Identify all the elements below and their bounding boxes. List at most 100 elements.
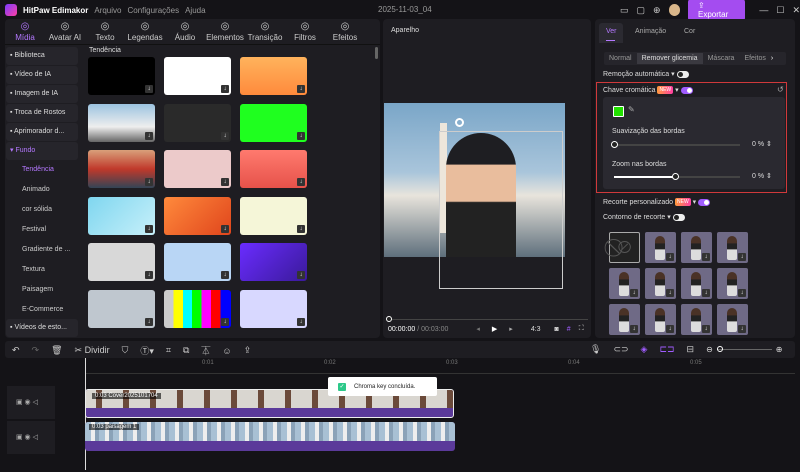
sidebar-sub-6[interactable]: Paisagem bbox=[22, 286, 53, 293]
subtab-efeitos[interactable]: Efeitos bbox=[739, 55, 770, 62]
background-thumb[interactable]: ↓ bbox=[164, 289, 231, 328]
playhead-handle[interactable] bbox=[386, 316, 392, 322]
download-icon[interactable]: ↓ bbox=[221, 317, 229, 326]
download-icon[interactable]: ↓ bbox=[666, 253, 674, 261]
grid-icon[interactable]: # bbox=[567, 326, 571, 333]
download-icon[interactable]: ↓ bbox=[297, 85, 305, 93]
download-icon[interactable]: ↓ bbox=[221, 224, 229, 233]
tab-filters[interactable]: ◎ Filtros bbox=[285, 21, 325, 42]
split-button[interactable]: ✂ Dividir bbox=[75, 345, 110, 356]
ratio-select[interactable]: 4:3 bbox=[531, 326, 541, 333]
background-thumb[interactable]: ↓ bbox=[164, 243, 231, 281]
prev-frame-icon[interactable]: ◂ bbox=[476, 325, 480, 333]
subtab-normal[interactable]: Normal bbox=[604, 55, 637, 62]
tab-ver[interactable]: Ver bbox=[606, 28, 617, 35]
download-icon[interactable]: ↓ bbox=[738, 253, 746, 261]
link-icon[interactable]: ⊂⊃ bbox=[613, 344, 628, 355]
fit-icon[interactable]: ⊟ bbox=[687, 344, 695, 355]
tab-cor[interactable]: Cor bbox=[684, 28, 695, 35]
tab-avatar[interactable]: ◎ Avatar AI bbox=[45, 21, 85, 42]
smooth-slider[interactable] bbox=[614, 144, 740, 146]
auto-remove-toggle[interactable] bbox=[676, 70, 689, 78]
custom-cut-toggle[interactable] bbox=[698, 198, 711, 206]
download-icon[interactable]: ↓ bbox=[666, 289, 674, 297]
download-icon[interactable]: ↓ bbox=[221, 85, 229, 93]
sidebar-sub-3[interactable]: Festival bbox=[22, 226, 46, 233]
sidebar-item-stock[interactable]: ▪ Vídeos de esto... bbox=[6, 319, 78, 337]
no-outline-option[interactable]: ⃠⊘ bbox=[609, 232, 640, 263]
download-icon[interactable]: ↓ bbox=[145, 131, 153, 140]
outline-style-option[interactable]: ↓ bbox=[681, 232, 712, 263]
zoom-handle[interactable] bbox=[672, 173, 679, 180]
outline-style-option[interactable]: ↓ bbox=[681, 268, 712, 299]
background-thumb[interactable]: ↓ bbox=[240, 196, 307, 235]
outline-style-option[interactable]: ↓ bbox=[717, 268, 748, 299]
tab-captions[interactable]: ◎ Legendas bbox=[125, 21, 165, 42]
download-icon[interactable]: ↓ bbox=[630, 325, 638, 333]
text-icon[interactable]: Ⓣ▾ bbox=[140, 344, 154, 357]
download-icon[interactable]: ↓ bbox=[630, 289, 638, 297]
background-thumb[interactable]: ↓ bbox=[88, 289, 155, 328]
layout-icon[interactable]: ▭ bbox=[620, 5, 629, 16]
outline-style-option[interactable]: ↓ bbox=[681, 304, 712, 335]
background-thumb[interactable]: ↓ bbox=[88, 57, 155, 95]
download-icon[interactable]: ↓ bbox=[738, 289, 746, 297]
zoom-in-icon[interactable]: ⊕ bbox=[776, 345, 783, 354]
download-icon[interactable]: ↓ bbox=[221, 178, 229, 186]
subtab-remover[interactable]: Remover glicemia bbox=[636, 53, 703, 64]
subtab-mascara[interactable]: Máscara bbox=[703, 55, 740, 62]
download-icon[interactable]: ↓ bbox=[297, 224, 305, 233]
background-thumb[interactable]: ↓ bbox=[88, 243, 155, 281]
outline-style-option[interactable]: ↓ bbox=[609, 304, 640, 335]
redo-icon[interactable]: ↷ bbox=[32, 345, 40, 356]
sidebar-sub-4[interactable]: Gradiente de ... bbox=[22, 246, 70, 253]
chevron-right-icon[interactable]: › bbox=[771, 55, 773, 62]
playback-slider[interactable] bbox=[388, 319, 588, 320]
snap-icon[interactable]: ⊏⊐ bbox=[659, 344, 674, 355]
sidebar-item-4[interactable]: ▪ Aprimorador d... bbox=[6, 123, 78, 141]
track-controls-icon[interactable]: ▣ ◉ ◁ bbox=[16, 398, 38, 406]
zoom-value[interactable]: 0 bbox=[752, 173, 756, 180]
close-icon[interactable]: ✕ bbox=[792, 5, 800, 16]
smooth-value[interactable]: 0 bbox=[752, 141, 756, 148]
sidebar-item-2[interactable]: ▪ Imagem de IA bbox=[6, 85, 78, 103]
tab-elements[interactable]: ◎ Elementos bbox=[205, 21, 245, 42]
tab-effects[interactable]: ◎ Efeitos bbox=[325, 21, 365, 42]
outline-style-option[interactable]: ↓ bbox=[645, 232, 676, 263]
snapshot-icon[interactable]: ◙ bbox=[555, 326, 559, 333]
time-ruler[interactable]: 0:01 0:02 0:03 0:04 0:05 bbox=[85, 360, 795, 374]
download-icon[interactable]: ↓ bbox=[145, 317, 153, 326]
background-thumb[interactable]: ↓ bbox=[240, 103, 307, 142]
sidebar-item-0[interactable]: ▪ Biblioteca bbox=[6, 47, 78, 65]
download-icon[interactable]: ↓ bbox=[145, 178, 153, 186]
background-thumb[interactable]: ↓ bbox=[240, 150, 307, 188]
fullscreen-icon[interactable]: ⛶ bbox=[579, 325, 584, 333]
outline-style-option[interactable]: ↓ bbox=[609, 268, 640, 299]
next-frame-icon[interactable]: ▸ bbox=[509, 325, 513, 333]
download-icon[interactable]: ↓ bbox=[297, 131, 305, 140]
timeline-zoom-slider[interactable] bbox=[716, 346, 772, 352]
key-color-swatch[interactable] bbox=[613, 106, 624, 117]
export-frame-icon[interactable]: ⇪ bbox=[244, 345, 252, 356]
download-icon[interactable]: ↓ bbox=[666, 325, 674, 333]
download-icon[interactable]: ↓ bbox=[221, 131, 229, 140]
eyedropper-icon[interactable]: ✎ bbox=[628, 105, 635, 114]
tab-animacao[interactable]: Animação bbox=[635, 28, 666, 35]
marker-icon[interactable]: ⛉ bbox=[122, 345, 129, 356]
tab-transition[interactable]: ◎ Transição bbox=[245, 21, 285, 42]
outline-toggle[interactable] bbox=[672, 213, 685, 221]
tab-audio[interactable]: ◎ Áudio bbox=[165, 21, 205, 42]
mirror-icon[interactable]: ⏄ bbox=[201, 344, 210, 357]
download-icon[interactable]: ↓ bbox=[297, 271, 305, 279]
background-thumb[interactable]: ↓ bbox=[88, 103, 155, 142]
download-icon[interactable]: ↓ bbox=[702, 253, 710, 261]
undo-icon[interactable]: ↶ bbox=[12, 345, 20, 356]
chroma-toggle[interactable] bbox=[680, 86, 693, 94]
background-thumb[interactable]: ↓ bbox=[164, 57, 231, 95]
clip-paisagem[interactable]: 0:03 paisagem 1 bbox=[85, 422, 455, 451]
sidebar-item-1[interactable]: ▪ Vídeo de IA bbox=[6, 66, 78, 84]
sidebar-item-5[interactable]: ▾ Fundo bbox=[6, 142, 78, 160]
sidebar-sub-0[interactable]: Tendência bbox=[22, 166, 54, 173]
outline-style-option[interactable]: ↓ bbox=[645, 304, 676, 335]
sidebar-sub-7[interactable]: E-Commerce bbox=[22, 306, 63, 313]
